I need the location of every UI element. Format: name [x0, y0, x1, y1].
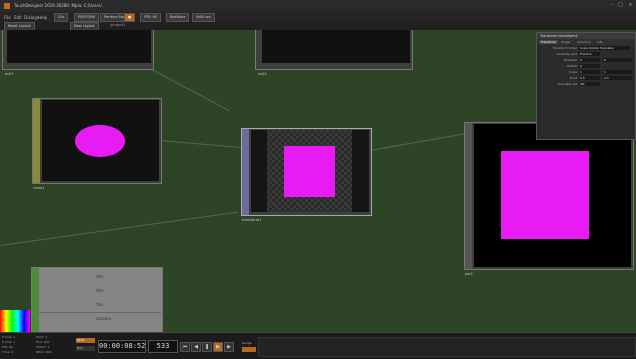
wire-diag-1 [0, 211, 238, 246]
timeline-bar: Frame: 1 Frame: 1 FPS: 60 Time: 0 Start:… [0, 332, 636, 359]
magenta-square-output [501, 151, 589, 239]
node-circle1-strip [33, 99, 40, 183]
node-out1-strip [465, 123, 472, 269]
text-row-divider [39, 312, 161, 313]
layout-toolbar: Reset Layout New Layout /project1 [0, 22, 636, 31]
range-label: Range [242, 341, 252, 345]
node-transform1[interactable]: transform1 [241, 128, 372, 222]
magenta-circle [75, 125, 125, 157]
window-title: TouchDesigner 2019.30280: Mpla: C:/Users… [14, 3, 106, 8]
wire-transform-out [370, 133, 465, 151]
node-out1-label: out1 [465, 272, 473, 276]
text-row-2: this [96, 288, 104, 293]
param-value[interactable]: Fraction [579, 52, 600, 56]
menu-help[interactable]: Help [38, 15, 47, 20]
app-logo-icon [4, 3, 10, 9]
toolbar-realtime[interactable]: Realtime [166, 13, 190, 22]
param-label: Pivot [569, 76, 577, 80]
tab-transform[interactable]: Transform [539, 40, 558, 44]
text-row-4: camera [96, 316, 112, 321]
toolbar-perform[interactable]: PERFORM [74, 13, 99, 22]
transform-pad-right [352, 130, 369, 212]
menu-file[interactable]: File [4, 15, 11, 20]
step-back-icon[interactable]: ◀ [191, 342, 201, 352]
pause-icon[interactable]: ❚ [202, 342, 212, 352]
stat: Time: 0 [2, 350, 14, 354]
node-circle1-label: circle1 [33, 186, 45, 190]
node-null2-viewer [262, 30, 410, 63]
end-label[interactable]: End [76, 346, 95, 351]
param-value-2[interactable]: 0 [603, 58, 632, 62]
transform-pad-left [251, 130, 267, 212]
play-icon[interactable]: ▶ [213, 342, 223, 352]
timecode-display[interactable]: 00:00:08:52 [98, 340, 146, 353]
step-forward-icon[interactable]: ▶ [224, 342, 234, 352]
param-label: Scale [568, 70, 577, 74]
title-bar: TouchDesigner 2019.30280: Mpla: C:/Users… [0, 0, 636, 12]
param-value[interactable]: 0 [579, 58, 600, 62]
menu-dialogs[interactable]: Dialogs [24, 15, 39, 20]
start-label[interactable]: Start [76, 338, 95, 343]
param-value[interactable]: Scale Rotate Translate [579, 46, 630, 50]
param-label: Translate Unit [556, 52, 577, 56]
param-label: Translate [563, 58, 577, 62]
toolbar-fps: FPS: 60 [140, 13, 162, 22]
maximize-button[interactable]: □ [617, 2, 624, 9]
wire-circle-transform [159, 140, 242, 149]
param-row: Translate 1st Off [537, 81, 635, 87]
node-circle1-viewer [42, 100, 159, 181]
node-transform1-label: transform1 [242, 218, 262, 222]
toolbar-ctrl[interactable]: Ctrl [54, 13, 69, 22]
minimize-button[interactable]: – [608, 2, 615, 9]
node-transform1-viewer [251, 130, 369, 212]
stat: REnd: 600 [36, 350, 52, 354]
tab-common[interactable]: Common [577, 40, 591, 44]
param-value[interactable]: 0.5 [579, 76, 600, 80]
range-toggle[interactable] [242, 347, 256, 352]
param-value-2[interactable]: 1 [603, 70, 632, 74]
node-transform1-strip [242, 129, 249, 215]
network-path: /project1 [110, 23, 126, 27]
menu-edit[interactable]: Edit [14, 15, 22, 20]
node-text1[interactable]: this this this camera [31, 267, 163, 332]
color-palette[interactable] [0, 310, 30, 332]
node-null1-label: null1 [5, 72, 14, 76]
node-circle1[interactable]: circle1 [32, 98, 162, 190]
node-null2[interactable]: null2 [255, 30, 413, 76]
close-button[interactable]: × [627, 2, 634, 9]
param-value[interactable]: 0 [579, 64, 600, 68]
timeline-ruler[interactable] [258, 337, 636, 357]
magenta-square-transform [284, 146, 335, 197]
param-value[interactable]: Off [579, 82, 600, 86]
toolbar-record-indicator[interactable]: ● [124, 13, 136, 22]
param-value-2[interactable]: 0.5 [603, 76, 632, 80]
node-null1-viewer [7, 30, 151, 63]
node-out1-viewer [474, 124, 631, 267]
text-row-3: this [96, 302, 104, 307]
tab-image[interactable]: Image [561, 40, 570, 44]
parameter-panel[interactable]: Transform transform1 Transform Image Com… [536, 32, 636, 140]
param-label: Translate 1st [557, 82, 577, 86]
node-null1[interactable]: null1 [2, 30, 154, 76]
timeline-stats-2: Start: 1 End: 600 RStart: 1 REnd: 600 [36, 335, 51, 355]
frame-display[interactable]: 533 [148, 340, 178, 353]
timeline-stats: Frame: 1 Frame: 1 FPS: 60 Time: 0 [2, 335, 15, 355]
node-out1[interactable]: out1 [464, 122, 634, 276]
param-value[interactable]: 1 [579, 70, 600, 74]
node-null2-label: null2 [258, 72, 267, 76]
toolbar-time: 0/60 sec [192, 13, 215, 22]
param-label: Transform Order [552, 46, 577, 50]
node-text1-strip [32, 268, 39, 332]
tab-info[interactable]: Info [597, 40, 603, 44]
param-label: Rotate [567, 64, 577, 68]
skip-back-icon[interactable]: ⏮ [180, 342, 190, 352]
text-row-1: this [96, 274, 104, 279]
